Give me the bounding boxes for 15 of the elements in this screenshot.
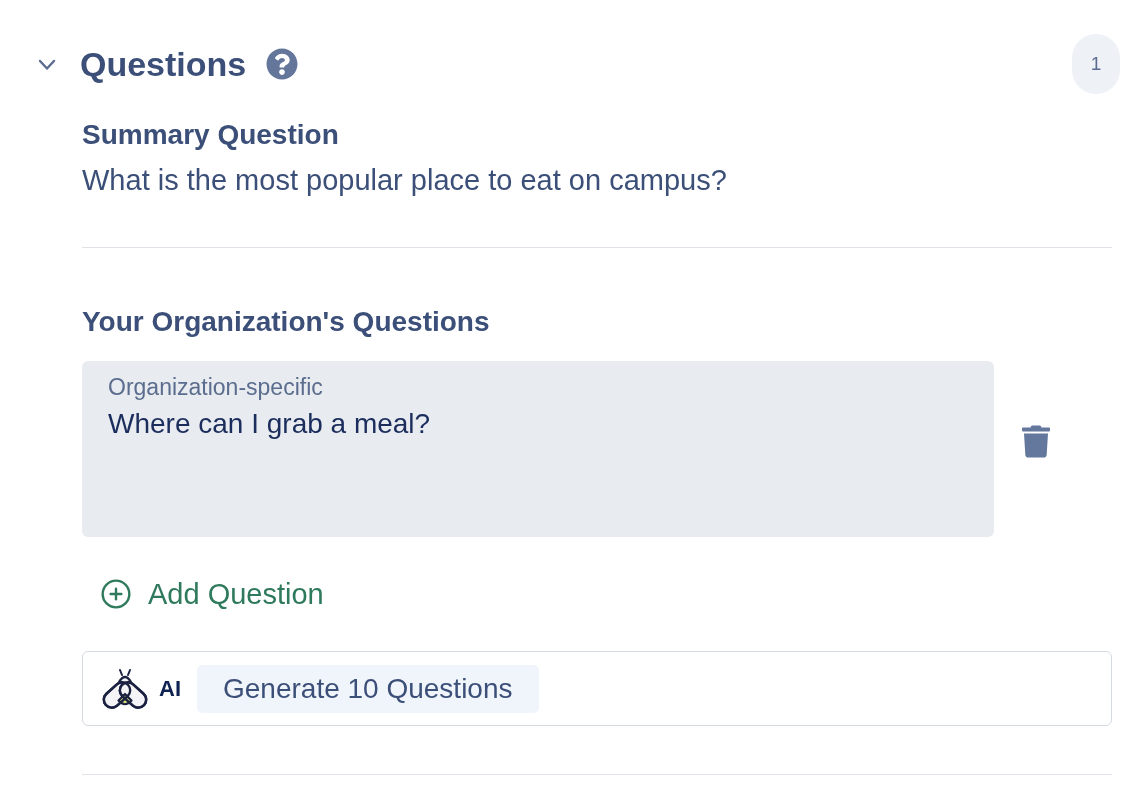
summary-question-text: What is the most popular place to eat on campus? (82, 163, 728, 197)
add-question-button[interactable]: Add Question (82, 572, 328, 616)
plus-circle-icon (100, 578, 132, 610)
generate-questions-button[interactable]: Generate 10 Questions (197, 664, 539, 713)
section-title: Questions (80, 44, 247, 85)
organization-questions-heading: Your Organization's Questions (82, 305, 491, 339)
summary-label: Summary Question (82, 118, 340, 152)
count-badge: 1 (1072, 34, 1120, 94)
ai-label: AI (159, 675, 181, 702)
field-label: Organization-specific (108, 373, 323, 401)
question-field[interactable]: Organization-specific Where can I grab a meal? (82, 361, 994, 537)
bee-logo-icon (102, 667, 148, 710)
chevron-down-icon[interactable] (38, 59, 56, 71)
question-text: Where can I grab a meal? (108, 407, 431, 441)
help-icon[interactable] (266, 48, 299, 80)
